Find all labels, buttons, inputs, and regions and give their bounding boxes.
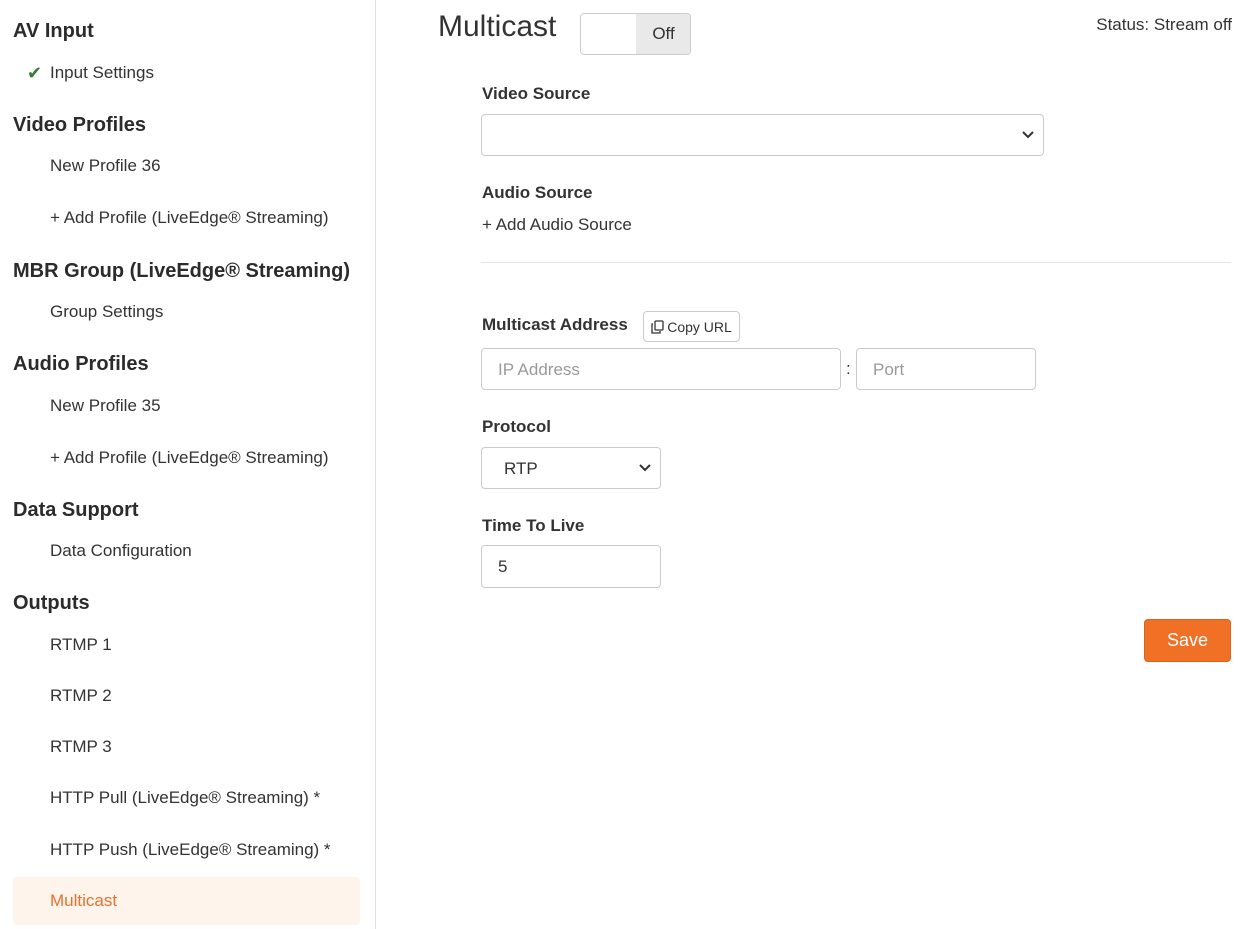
stream-status: Status: Stream off — [1096, 15, 1232, 34]
ttl-input[interactable]: 5 — [481, 545, 661, 588]
copy-icon — [651, 319, 664, 334]
sidebar-item-label: Data Configuration — [50, 541, 192, 560]
protocol-select[interactable]: RTP — [481, 447, 661, 489]
sidebar-item-multicast[interactable]: Multicast — [13, 877, 360, 925]
sidebar-item-label: RTMP 1 — [50, 635, 112, 654]
sidebar-item-label: HTTP Pull (LiveEdge® Streaming) * — [50, 788, 321, 807]
sidebar-item-add-audio-profile[interactable]: + Add Profile (LiveEdge® Streaming) — [13, 434, 360, 482]
section-title-mbr-group: MBR Group (LiveEdge® Streaming) — [13, 260, 350, 282]
sidebar-item-label: New Profile 35 — [50, 396, 161, 415]
section-title-audio-profiles: Audio Profiles — [13, 353, 149, 375]
video-source-label: Video Source — [482, 84, 591, 103]
section-title-video-profiles: Video Profiles — [13, 114, 147, 136]
sidebar-item-label: + Add Profile (LiveEdge® Streaming) — [50, 448, 329, 467]
stream-toggle[interactable]: Off — [580, 13, 691, 55]
protocol-label: Protocol — [482, 417, 551, 436]
add-audio-source-link[interactable]: + Add Audio Source — [482, 215, 632, 235]
chevron-down-icon — [1022, 131, 1034, 139]
sidebar-item-group-settings[interactable]: Group Settings — [13, 288, 360, 336]
sidebar-item-data-configuration[interactable]: Data Configuration — [13, 527, 360, 575]
section-divider — [481, 262, 1231, 263]
section-title-data-support: Data Support — [13, 499, 139, 521]
protocol-value: RTP — [504, 459, 538, 478]
check-icon: ✔ — [27, 63, 43, 83]
chevron-down-icon — [639, 464, 651, 472]
sidebar-item-label: New Profile 36 — [50, 156, 161, 175]
ttl-label: Time To Live — [482, 516, 585, 535]
sidebar-item-label: RTMP 3 — [50, 737, 112, 756]
sidebar-item-add-video-profile[interactable]: + Add Profile (LiveEdge® Streaming) — [13, 194, 360, 242]
page-title: Multicast — [438, 10, 557, 43]
sidebar-item-label: Group Settings — [50, 302, 164, 321]
sidebar-item-video-profile[interactable]: New Profile 36 — [13, 142, 360, 190]
port-placeholder: Port — [873, 360, 905, 379]
sidebar-item-rtmp-2[interactable]: RTMP 2 — [13, 672, 360, 720]
toggle-knob — [581, 14, 636, 54]
video-source-select[interactable] — [481, 114, 1044, 156]
sidebar-item-http-pull[interactable]: HTTP Pull (LiveEdge® Streaming) * — [13, 774, 360, 822]
ip-address-input[interactable]: IP Address — [481, 348, 841, 390]
save-button[interactable]: Save — [1144, 619, 1231, 662]
sidebar-item-label: HTTP Push (LiveEdge® Streaming) * — [50, 840, 331, 859]
sidebar-item-label: + Add Profile (LiveEdge® Streaming) — [50, 208, 329, 227]
sidebar-item-input-settings[interactable]: ✔ Input Settings — [13, 49, 360, 97]
sidebar-item-rtmp-1[interactable]: RTMP 1 — [13, 621, 360, 669]
sidebar: AV Input ✔ Input Settings Video Profiles… — [0, 0, 376, 929]
section-title-av-input: AV Input — [13, 20, 94, 42]
address-port-separator: : — [846, 359, 851, 378]
port-input[interactable]: Port — [856, 348, 1036, 390]
section-title-outputs: Outputs — [13, 592, 90, 614]
sidebar-item-rtmp-3[interactable]: RTMP 3 — [13, 723, 360, 771]
sidebar-item-audio-profile[interactable]: New Profile 35 — [13, 382, 360, 430]
ttl-value: 5 — [498, 557, 508, 576]
sidebar-item-http-push[interactable]: HTTP Push (LiveEdge® Streaming) * — [13, 826, 360, 874]
main-panel: Multicast Off Status: Stream off Video S… — [377, 0, 1250, 929]
sidebar-item-label: Multicast — [50, 891, 118, 910]
audio-source-label: Audio Source — [482, 183, 593, 202]
copy-url-label: Copy URL — [667, 318, 732, 335]
copy-url-button[interactable]: Copy URL — [643, 311, 740, 342]
sidebar-item-label: Input Settings — [50, 63, 154, 82]
sidebar-item-label: RTMP 2 — [50, 686, 112, 705]
ip-address-placeholder: IP Address — [498, 360, 580, 379]
toggle-state-label: Off — [636, 14, 690, 54]
multicast-address-label: Multicast Address — [482, 315, 628, 334]
